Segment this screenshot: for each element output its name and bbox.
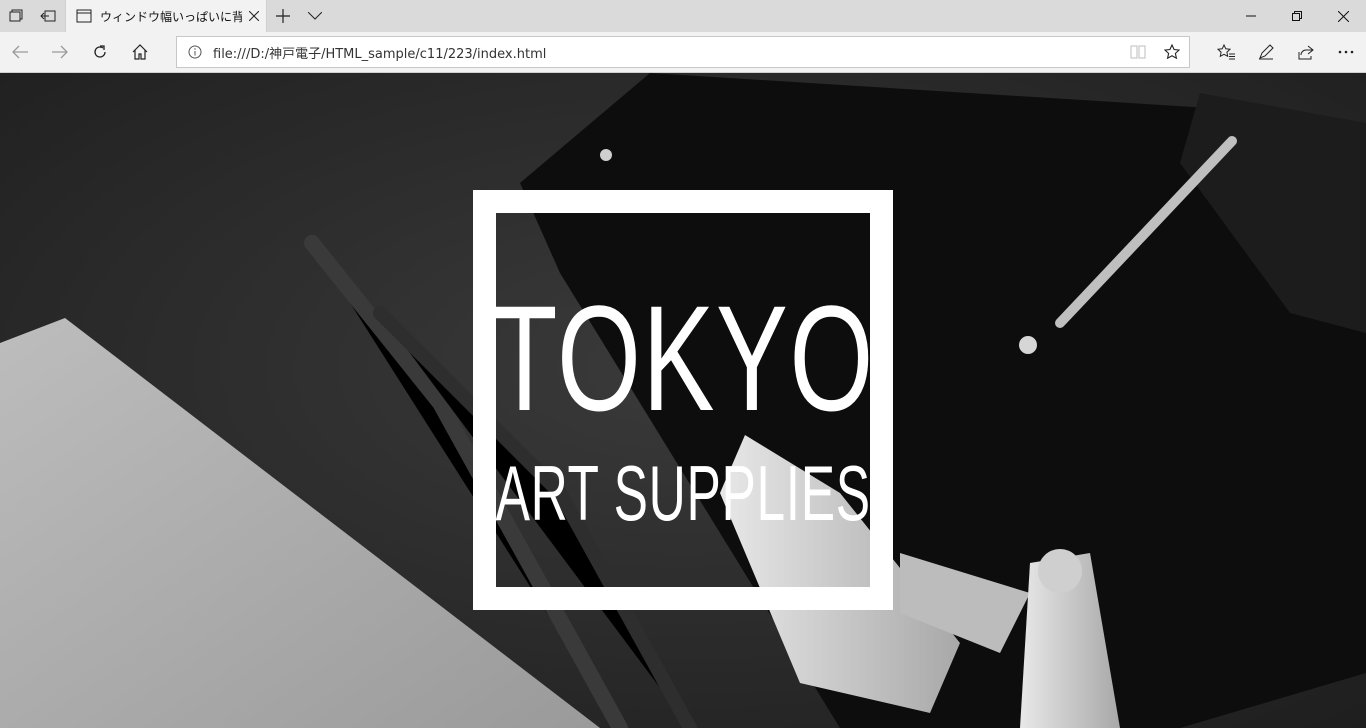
tab-list-icon[interactable] bbox=[299, 0, 331, 32]
share-icon[interactable] bbox=[1286, 32, 1326, 72]
restore-tabs-icon[interactable] bbox=[32, 0, 64, 32]
page-icon bbox=[76, 8, 92, 24]
tabs-aside-icon[interactable] bbox=[0, 0, 32, 32]
page-viewport: TOKYO ART SUPPLIES bbox=[0, 73, 1366, 728]
forward-icon[interactable] bbox=[40, 32, 80, 72]
url-text[interactable]: file:///D:/神戸電子/HTML_sample/c11/223/inde… bbox=[213, 43, 1121, 62]
close-icon[interactable] bbox=[242, 4, 266, 28]
navigation-toolbar: file:///D:/神戸電子/HTML_sample/c11/223/inde… bbox=[0, 32, 1366, 73]
tab-active[interactable]: ウィンドウ幅いっぱいに背景画 bbox=[65, 0, 267, 32]
window-controls bbox=[1228, 0, 1366, 32]
tab-title: ウィンドウ幅いっぱいに背景画 bbox=[100, 9, 242, 24]
reading-view-icon[interactable] bbox=[1121, 37, 1155, 67]
info-icon[interactable] bbox=[185, 42, 205, 62]
new-tab-icon[interactable] bbox=[267, 0, 299, 32]
logo-title: TOKYO bbox=[491, 274, 875, 442]
close-window-icon[interactable] bbox=[1320, 0, 1366, 32]
tab-strip: ウィンドウ幅いっぱいに背景画 bbox=[0, 0, 1366, 32]
back-icon[interactable] bbox=[0, 32, 40, 72]
address-bar[interactable]: file:///D:/神戸電子/HTML_sample/c11/223/inde… bbox=[176, 36, 1190, 68]
restore-icon[interactable] bbox=[1274, 0, 1320, 32]
pen-icon[interactable] bbox=[1246, 32, 1286, 72]
brand-logo: TOKYO ART SUPPLIES bbox=[473, 190, 893, 610]
logo-subtitle: ART SUPPLIES bbox=[495, 449, 871, 537]
right-toolbar bbox=[1206, 32, 1366, 72]
minimize-icon[interactable] bbox=[1228, 0, 1274, 32]
favorite-star-icon[interactable] bbox=[1155, 37, 1189, 67]
refresh-icon[interactable] bbox=[80, 32, 120, 72]
home-icon[interactable] bbox=[120, 32, 160, 72]
more-icon[interactable] bbox=[1326, 32, 1366, 72]
favorites-icon[interactable] bbox=[1206, 32, 1246, 72]
